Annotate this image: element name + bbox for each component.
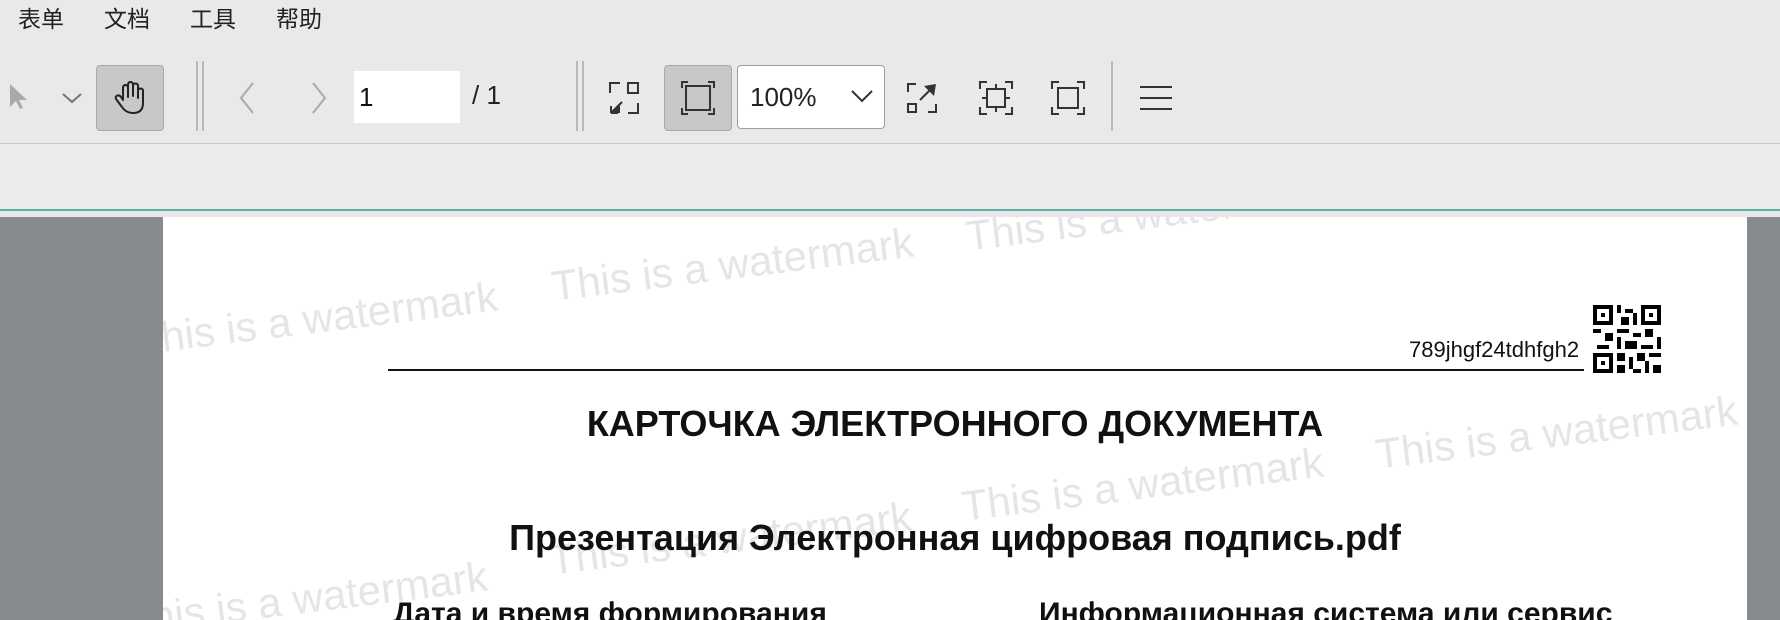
page-number-input[interactable]	[354, 71, 460, 123]
watermark: This is a watermark	[549, 218, 917, 310]
menu-bar: 表单 文档 工具 帮助	[0, 0, 1780, 40]
hand-tool-button[interactable]	[96, 65, 164, 131]
next-page-button[interactable]	[304, 76, 334, 120]
qr-code-icon	[1593, 305, 1661, 373]
hamburger-menu-icon	[1140, 86, 1172, 110]
document-filename: Презентация Электронная цифровая подпись…	[509, 517, 1401, 558]
actual-size-button[interactable]	[604, 76, 644, 120]
fit-width-button[interactable]	[902, 76, 942, 120]
previous-page-button[interactable]	[232, 76, 262, 120]
header-rule	[388, 369, 1584, 371]
more-menu-button[interactable]	[1136, 76, 1176, 120]
watermark: This is a watermark	[163, 272, 501, 364]
document-title: КАРТОЧКА ЭЛЕКТРОННОГО ДОКУМЕНТА	[586, 403, 1324, 444]
document-page: This is a watermark This is a watermark …	[163, 217, 1747, 620]
toolbar-separator	[582, 61, 584, 131]
toolbar-separator	[1111, 61, 1113, 131]
chevron-right-icon	[312, 82, 327, 114]
fit-visible-icon	[979, 81, 1013, 115]
fit-visible-button[interactable]	[976, 76, 1016, 120]
fullscreen-icon	[1051, 81, 1085, 115]
expand-icon	[907, 83, 937, 113]
page-total: / 1	[472, 80, 501, 110]
select-tool-dropdown[interactable]	[58, 84, 86, 112]
toolbar-separator	[576, 61, 578, 131]
fullscreen-button[interactable]	[1048, 76, 1088, 120]
actual-size-icon	[609, 82, 639, 114]
document-viewer[interactable]: This is a watermark This is a watermark …	[0, 217, 1780, 620]
menu-help[interactable]: 帮助	[256, 0, 342, 40]
menu-form[interactable]: 表单	[0, 0, 84, 40]
zoom-select[interactable]: 100%	[737, 65, 885, 129]
toolbar: / 1 100%	[0, 40, 1780, 144]
document-code: 789jhgf24tdhfgh2	[1409, 337, 1580, 362]
select-tool-button[interactable]	[4, 76, 34, 116]
field-label-datetime: Дата и время формирования	[393, 597, 827, 620]
fit-page-button[interactable]	[664, 65, 732, 131]
zoom-value: 100%	[750, 81, 817, 112]
toolbar-separator	[196, 61, 198, 131]
menu-document[interactable]: 文档	[84, 0, 170, 40]
toolbar-separator	[202, 61, 204, 131]
chevron-left-icon	[239, 82, 254, 114]
field-label-system: Информационная система или сервис	[1039, 597, 1613, 620]
chevron-down-icon	[851, 90, 873, 103]
cursor-arrow-icon	[10, 84, 27, 109]
fit-page-icon	[681, 81, 715, 115]
chevron-down-icon	[62, 93, 82, 104]
menu-tools[interactable]: 工具	[170, 0, 256, 40]
hand-icon	[114, 81, 144, 114]
watermark: This is a watermark	[963, 217, 1330, 261]
secondary-toolbar	[0, 145, 1780, 211]
